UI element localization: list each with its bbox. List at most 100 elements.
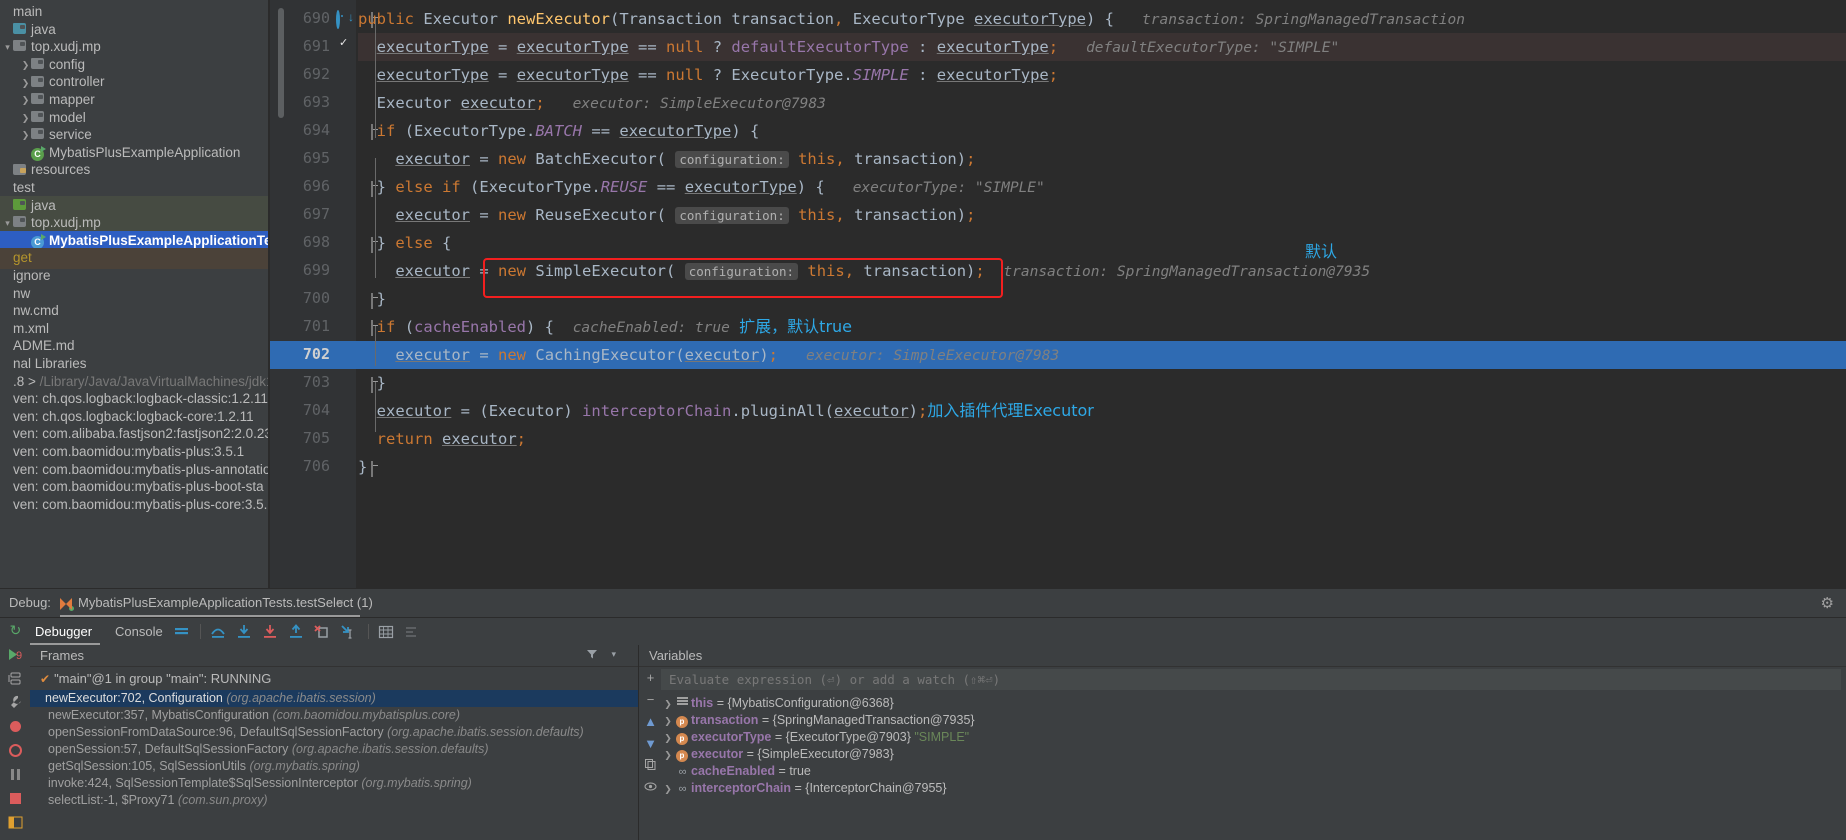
rerun-icon[interactable]: ↻ (7, 622, 24, 639)
code-line[interactable]: } (270, 453, 1846, 481)
tree-item-label: ven: com.baomidou:mybatis-plus:3.5.1 (13, 444, 245, 460)
show-execution-point-icon[interactable] (173, 623, 191, 641)
frame-row[interactable]: newExecutor:702, Configuration (org.apac… (30, 690, 638, 707)
debug-action-bar[interactable]: ↻ 9 (0, 618, 30, 840)
variable-row[interactable]: ❯ p transaction = {SpringManagedTransactio… (661, 712, 975, 729)
frame-row[interactable]: selectList:-1, $Proxy71 (com.sun.proxy) (30, 792, 638, 809)
thread-row[interactable]: ✔ "main"@1 in group "main": RUNNING (30, 668, 638, 689)
chevron-right-icon[interactable]: ❯ (661, 696, 675, 713)
thread-dump-icon[interactable] (7, 670, 24, 687)
filter-icon[interactable] (586, 648, 598, 663)
code-editor[interactable]: 690 ↓ public Executor newExecutor(Transact… (270, 0, 1846, 588)
chevron-right-icon[interactable]: ❯ (661, 713, 675, 730)
variable-row[interactable]: ∞ cacheEnabled = true (661, 763, 811, 780)
chevron-right-icon[interactable]: ❯ (661, 781, 675, 798)
frame-label: newExecutor:357, MybatisConfiguration (48, 708, 273, 722)
variable-row[interactable]: ❯ p executor = {SimpleExecutor@7983} (661, 746, 894, 763)
svg-text:9: 9 (16, 650, 22, 662)
pause-icon[interactable] (7, 766, 24, 783)
variable-value: {SpringManagedTransaction@7935} (772, 713, 975, 727)
mute-breakpoints-icon[interactable] (7, 718, 24, 735)
tree-item-label: ven: ch.qos.logback:logback-classic:1.2.… (13, 391, 268, 407)
frames-pane[interactable]: Frames ▾ ✔ "main"@1 in group "main": RUNN… (30, 645, 638, 840)
code-line[interactable]: } else if (ExecutorType.REUSE == executo… (270, 173, 1846, 201)
step-out-icon[interactable] (287, 623, 305, 641)
tree-item-label: MybatisPlusExampleApplication (49, 144, 241, 160)
variables-action-bar[interactable]: + − ▲ ▼ (639, 667, 661, 840)
move-up-icon[interactable]: ▲ (643, 714, 658, 729)
chevron-right-icon[interactable]: ❯ (661, 747, 675, 764)
move-down-icon[interactable]: ▼ (643, 736, 658, 751)
object-value-icon (675, 695, 689, 712)
variable-row[interactable]: ❯ this = {MybatisConfiguration@6368} (661, 695, 894, 712)
frame-row[interactable]: getSqlSession:105, SqlSessionUtils (org.… (30, 758, 638, 775)
step-into-icon[interactable] (235, 623, 253, 641)
code-line[interactable]: executor = new ReuseExecutor( configurat… (270, 201, 1846, 229)
toolbar-divider-1 (200, 624, 201, 639)
tree-item-label: main (13, 4, 43, 20)
frame-label: openSessionFromDataSource:96, DefaultSql… (48, 725, 388, 739)
code-line[interactable]: } (270, 369, 1846, 397)
frame-row[interactable]: openSession:57, DefaultSqlSessionFactory… (30, 741, 638, 758)
variable-value: {InterceptorChain@7955} (805, 781, 947, 795)
step-over-icon[interactable] (209, 623, 227, 641)
chevron-down-icon[interactable]: ▾ (611, 649, 616, 660)
copy-value-icon[interactable] (643, 758, 658, 773)
settings-gear-icon[interactable]: ⚙ (1821, 594, 1834, 612)
remove-watch-icon[interactable]: − (643, 692, 658, 707)
hide-frames-icon[interactable] (403, 623, 421, 641)
code-line[interactable]: executorType = executorType == null ? Ex… (270, 61, 1846, 89)
code-line[interactable]: executor = new CachingExecutor(executor)… (270, 341, 1846, 369)
tree-item[interactable]: ven: com.baomidou:mybatis-plus-core:3.5. (0, 495, 268, 516)
variable-row[interactable]: ❯ ∞ interceptorChain = {InterceptorChain@7… (661, 780, 947, 798)
frame-row[interactable]: newExecutor:357, MybatisConfiguration (c… (30, 707, 638, 724)
frame-row[interactable]: openSessionFromDataSource:96, DefaultSql… (30, 724, 638, 741)
code-line[interactable]: executorType = executorType == null ? de… (270, 33, 1846, 61)
inspect-icon[interactable] (643, 780, 658, 795)
stop-icon[interactable] (7, 790, 24, 807)
run-to-cursor-icon[interactable] (339, 623, 357, 641)
variable-equals: = (743, 747, 758, 761)
layout-icon[interactable] (7, 814, 24, 831)
code-line[interactable]: if (ExecutorType.BATCH == executorType) … (270, 117, 1846, 145)
variable-name: cacheEnabled (691, 764, 776, 778)
code-line[interactable]: } else { (270, 229, 1846, 257)
chevron-right-icon[interactable]: ❯ (661, 730, 675, 747)
resume-program-icon[interactable]: 9 (7, 646, 24, 663)
code-line[interactable]: return executor; (270, 425, 1846, 453)
tree-item-label: controller (49, 74, 105, 90)
frame-label: invoke:424, SqlSessionTemplate$SqlSessio… (48, 776, 362, 790)
session-tab-label: MybatisPlusExampleApplicationTests.testS… (78, 595, 373, 610)
frame-package: (org.mybatis.spring) (249, 759, 360, 773)
code-line[interactable]: executor = new BatchExecutor( configurat… (270, 145, 1846, 173)
tree-item-label: ven: ch.qos.logback:logback-core:1.2.11 (13, 408, 254, 424)
parameter-icon: p (675, 746, 689, 763)
code-line[interactable]: public Executor newExecutor(Transaction … (270, 5, 1846, 33)
variable-equals: = (713, 696, 728, 710)
settings-wrench-icon[interactable] (7, 694, 24, 711)
evaluate-expression-input[interactable]: Evaluate expression (⏎) or add a watch (… (661, 669, 1841, 690)
variable-value: {MybatisConfiguration@6368} (727, 696, 894, 710)
variable-row[interactable]: ❯ p executorType = {ExecutorType@7903} "SI… (661, 729, 969, 746)
frame-package: (org.apache.ibatis.session) (226, 691, 376, 705)
code-line[interactable]: executor = (Executor) interceptorChain.p… (270, 397, 1846, 425)
fold-connector (375, 326, 376, 366)
project-tree[interactable]: main java ▾ top.xudj.mp ❯ config ❯ controller ❯ m… (0, 0, 268, 588)
code-line[interactable]: executor = new SimpleExecutor( configura… (270, 257, 1846, 285)
evaluate-expression-icon[interactable] (377, 623, 395, 641)
debugger-toolbar[interactable]: Debugger Console (30, 618, 1846, 645)
force-step-into-icon[interactable] (261, 623, 279, 641)
tab-debugger[interactable]: Debugger (35, 618, 92, 645)
code-line[interactable]: Executor executor; executor: SimpleExecu… (270, 89, 1846, 117)
code-line[interactable]: } (270, 285, 1846, 313)
code-line[interactable]: if (cacheEnabled) { cacheEnabled: true 扩… (270, 313, 1846, 341)
tab-console[interactable]: Console (115, 618, 163, 645)
frame-row[interactable]: invoke:424, SqlSessionTemplate$SqlSessio… (30, 775, 638, 792)
close-session-icon[interactable]: × (336, 595, 344, 610)
view-breakpoints-icon[interactable] (7, 742, 24, 759)
add-watch-icon[interactable]: + (643, 670, 658, 685)
frame-package: (org.apache.ibatis.session.defaults) (387, 725, 584, 739)
chinese-annotation: 默认 (1305, 242, 1338, 261)
drop-frame-icon[interactable] (313, 623, 331, 641)
variables-pane[interactable]: Variables + − ▲ ▼ Evaluate expression (⏎… (639, 645, 1846, 840)
